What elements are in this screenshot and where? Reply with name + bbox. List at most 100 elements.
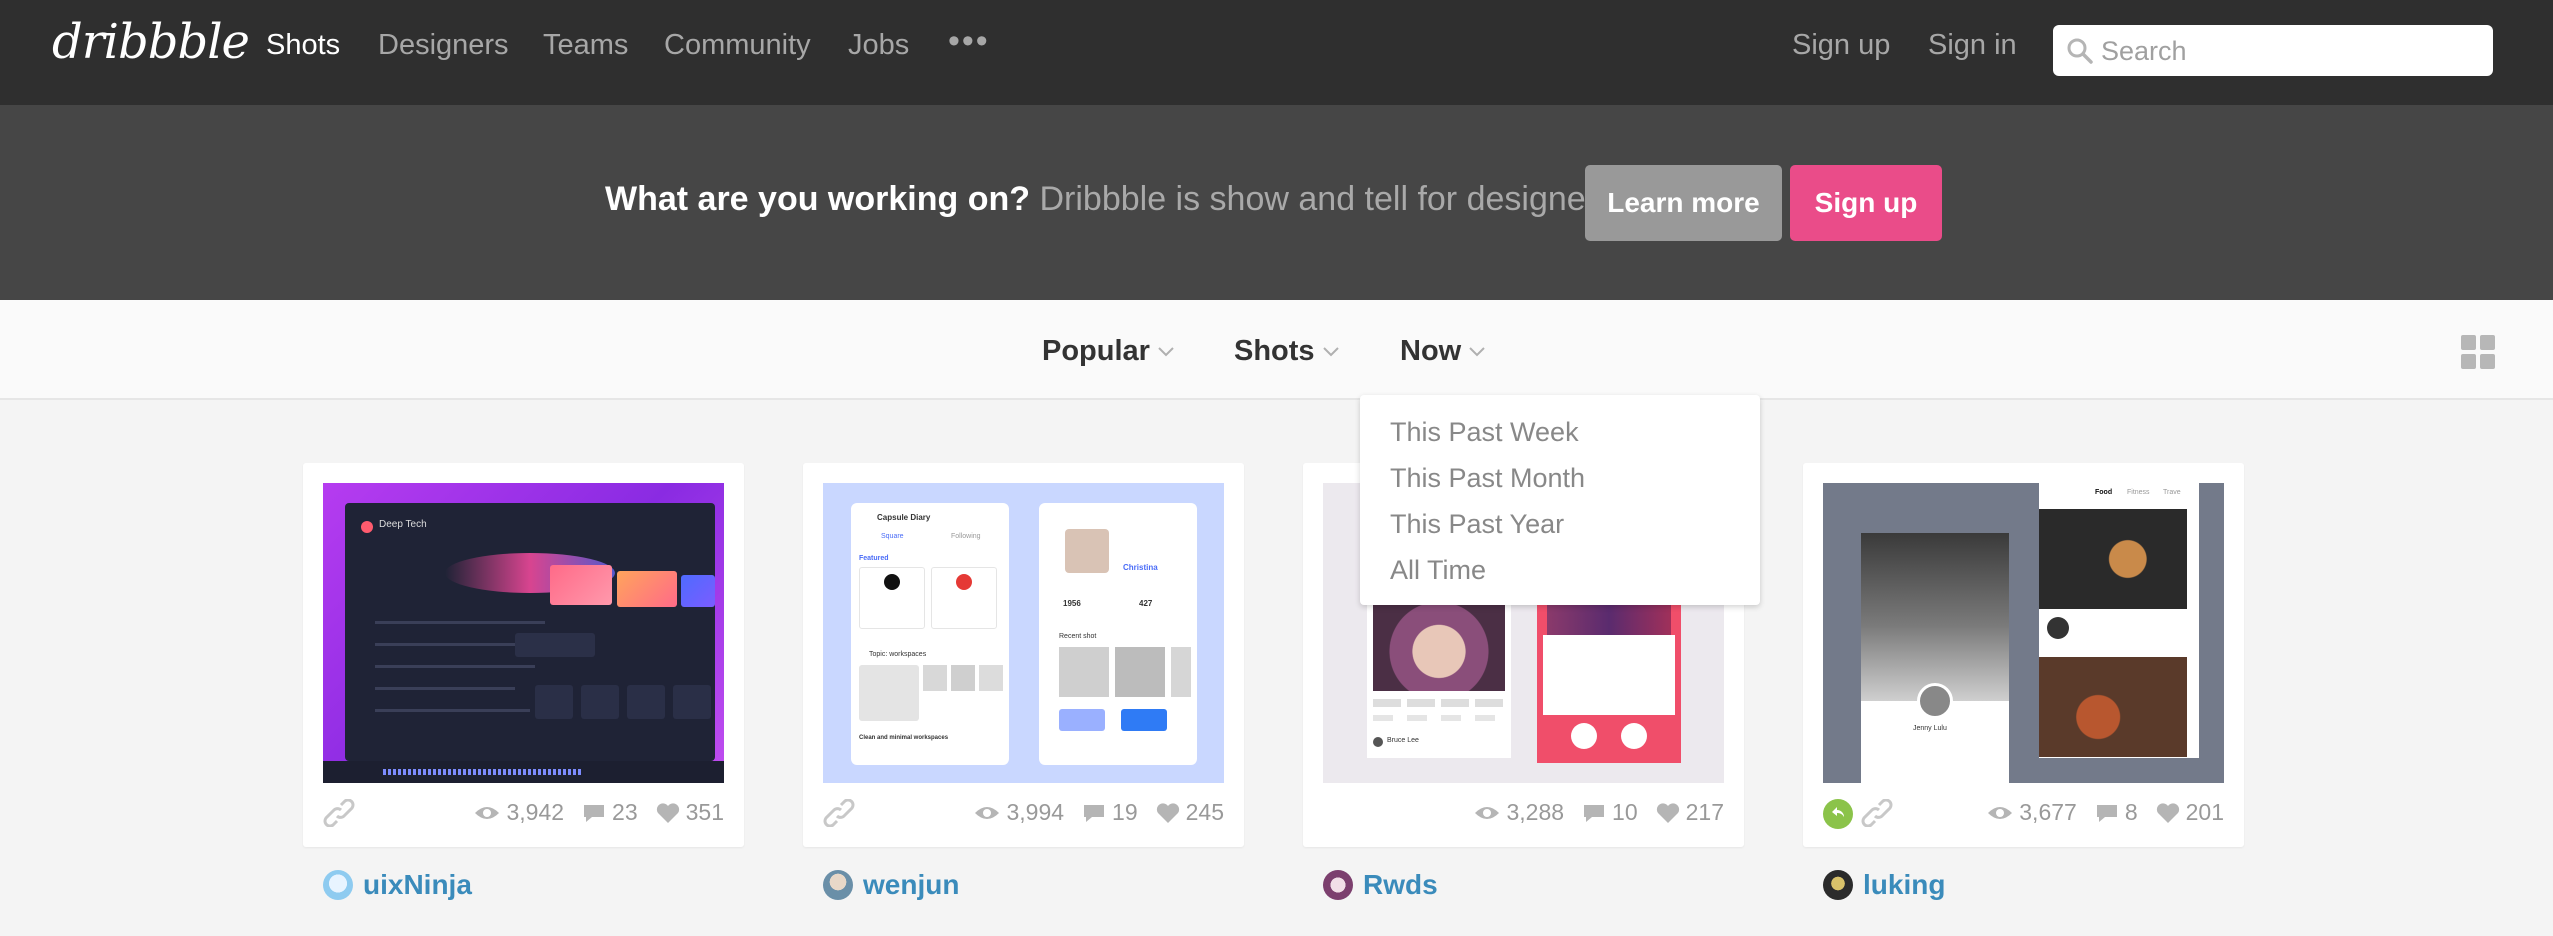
more-menu-icon[interactable]: ••• [948,22,990,61]
shot-card: Capsule Diary Square Following Featured … [803,463,1244,847]
comments-stat[interactable]: 10 [1582,799,1638,826]
likes-stat[interactable]: 351 [656,799,724,826]
banner-sign-up-button[interactable]: Sign up [1790,165,1942,241]
avatar [823,870,853,900]
comments-count: 19 [1112,799,1138,825]
comments-count: 23 [612,799,638,825]
mockup-tile [535,685,573,719]
mockup-row [375,621,545,624]
author-avatar-small [1373,737,1383,747]
capsule-title: Capsule Diary [877,513,931,522]
attachment-icon[interactable] [323,799,355,827]
author-name: luking [1863,869,1946,900]
featured-card [931,567,997,629]
shot-author[interactable]: wenjun [823,869,959,901]
shot-stats-right: 3,677 8 201 [1987,799,2224,826]
workspace-photo [979,665,1003,691]
nav-teams[interactable]: Teams [543,29,628,62]
following-tab: Following [951,533,981,540]
list-filter-dropdown[interactable]: Shots [1234,335,1339,368]
views-stat[interactable]: 3,677 [1987,799,2077,826]
food-photo [2039,509,2187,609]
chevron-down-icon [1469,347,1485,357]
mockup-avatar [361,521,373,533]
detail-card [1543,635,1675,715]
phone-screen-left: Capsule Diary Square Following Featured … [851,503,1009,765]
views-stat[interactable]: 3,942 [474,799,564,826]
nav-shots[interactable]: Shots [266,29,340,62]
comment-icon [1084,804,1105,822]
tag-button [1059,709,1105,731]
likes-stat[interactable]: 201 [2156,799,2224,826]
nav-sign-up[interactable]: Sign up [1792,29,1890,62]
tab-travel: Trave [2163,489,2181,496]
nav-community[interactable]: Community [664,29,811,62]
mockup-card [550,565,612,605]
phone-screen-right: Food Fitness Trave [2039,483,2199,758]
nav-jobs[interactable]: Jobs [848,29,909,62]
eye-icon [1988,806,2013,819]
profile-avatar-small [2047,617,2069,639]
views-count: 3,994 [1006,799,1065,825]
nav-designers[interactable]: Designers [378,29,509,62]
views-count: 3,288 [1506,799,1565,825]
attachment-icon[interactable] [1861,799,1893,827]
likes-stat[interactable]: 217 [1656,799,1724,826]
avatar [1823,870,1853,900]
likes-count: 245 [1185,799,1224,825]
rebound-icon[interactable] [1823,799,1853,829]
shot-stats-left [823,799,855,827]
dropdown-option-past-year[interactable]: This Past Year [1360,501,1760,547]
timeframe-filter-dropdown[interactable]: Now [1400,335,1485,368]
dropdown-option-all-time[interactable]: All Time [1360,547,1760,593]
shot-stats: 3,994 19 245 [823,793,1224,833]
nav-sign-in[interactable]: Sign in [1928,29,2017,62]
featured-label: Featured [859,555,889,562]
audio-waveform [323,761,724,783]
dribbble-logo[interactable]: dribbble [52,14,250,70]
square-tab: Square [881,533,904,540]
comments-stat[interactable]: 19 [1082,799,1138,826]
shot-author[interactable]: luking [1823,869,1945,901]
likes-count: 201 [2185,799,2224,825]
dropdown-option-past-month[interactable]: This Past Month [1360,455,1760,501]
learn-more-button[interactable]: Learn more [1585,165,1782,241]
featured-card [859,567,925,629]
heart-icon [2156,802,2179,823]
tag-row [1373,699,1505,707]
grid-cell [2461,335,2476,350]
top-navigation: dribbble Shots Designers Teams Community… [0,0,2553,105]
banner-description: Dribbble is show and tell for designers. [1039,180,1624,218]
eye-icon [1475,806,1500,819]
views-stat[interactable]: 3,288 [1474,799,1564,826]
search-icon [2067,38,2093,64]
grid-view-toggle-icon[interactable] [2461,335,2495,369]
comment-icon [584,804,605,822]
attachment-icon[interactable] [823,799,855,827]
tag-button [1121,709,1167,731]
filter-bar: Popular Shots Now [0,300,2553,400]
author-name: wenjun [863,869,960,900]
likes-stat[interactable]: 245 [1156,799,1224,826]
shot-author[interactable]: Rwds [1323,869,1438,901]
featured-logo [956,574,972,590]
mockup-row [375,709,530,712]
comments-stat[interactable]: 8 [2095,799,2138,826]
views-stat[interactable]: 3,994 [974,799,1064,826]
shot-thumbnail[interactable]: Jenny Lulu Food Fitness Trave [1823,483,2224,783]
grid-cell [2480,335,2495,350]
mockup-tile [673,685,711,719]
comments-stat[interactable]: 23 [582,799,638,826]
mockup-row [375,687,515,690]
mockup-row [375,643,525,646]
shot-card: Jenny Lulu Food Fitness Trave 3,677 8 20… [1803,463,2244,847]
shot-stats-left [323,799,355,827]
grid-cell [2480,354,2495,369]
shot-author[interactable]: uixNinja [323,869,472,901]
search-input[interactable] [2101,33,2481,69]
dropdown-option-past-week[interactable]: This Past Week [1360,409,1760,455]
clean-caption: Clean and minimal workspaces [859,735,949,741]
shot-thumbnail[interactable]: Capsule Diary Square Following Featured … [823,483,1224,783]
sort-filter-dropdown[interactable]: Popular [1042,335,1174,368]
shot-thumbnail[interactable]: Deep Tech [323,483,724,783]
